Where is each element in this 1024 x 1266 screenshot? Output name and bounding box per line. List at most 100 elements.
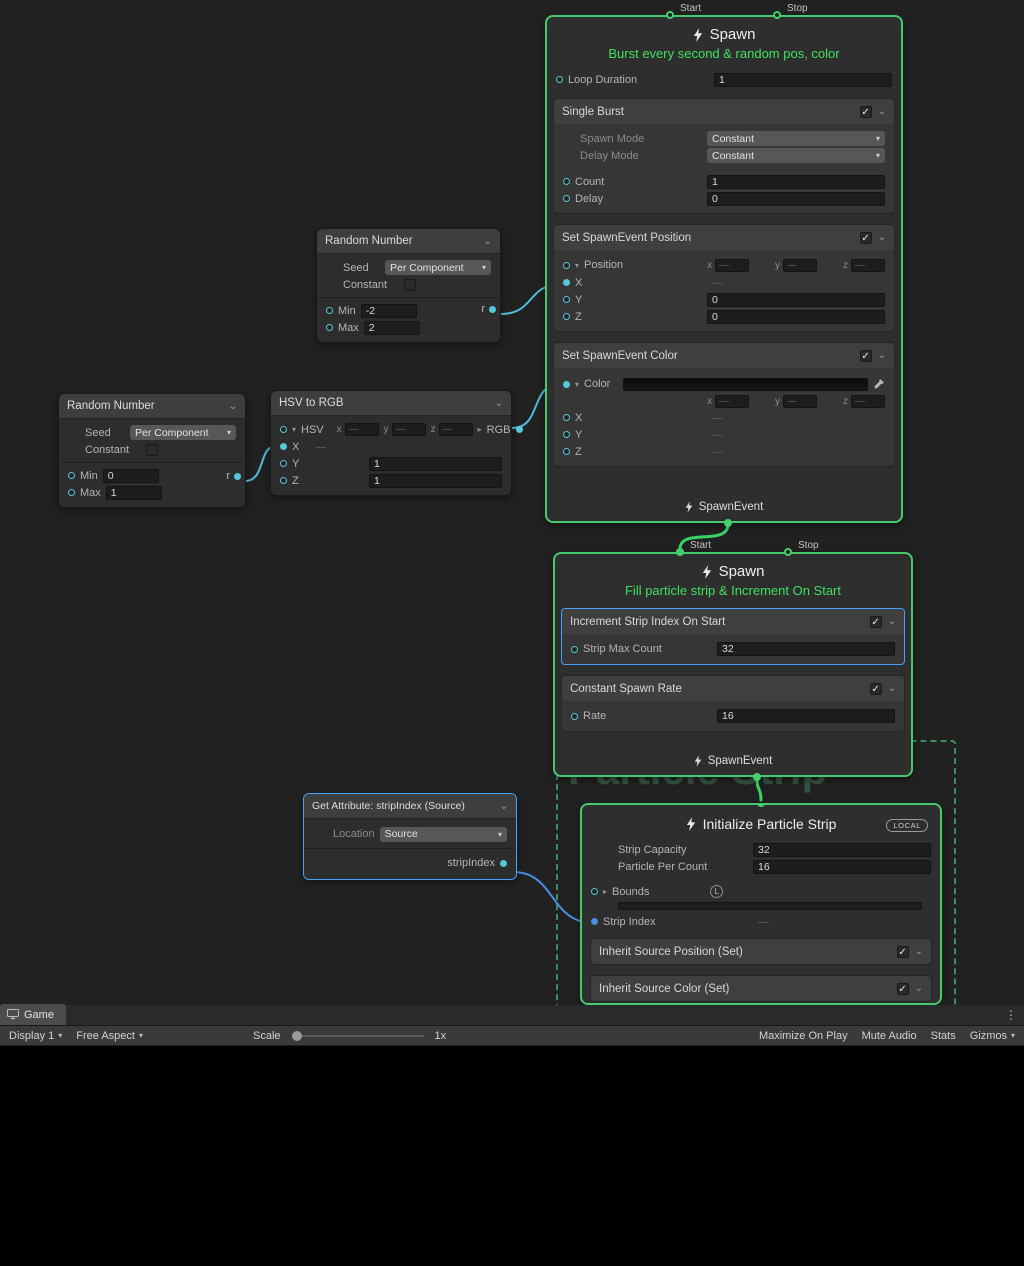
expand-triangle-icon[interactable]: ▾ — [292, 425, 296, 434]
node-header[interactable]: Random Number ⌄ — [317, 229, 500, 254]
strip-index-port[interactable] — [591, 918, 598, 925]
loop-duration-field[interactable]: 1 — [714, 73, 892, 87]
seed-dropdown[interactable]: Per Component ▾ — [130, 425, 236, 440]
bounds-value-bar[interactable] — [618, 902, 922, 910]
node-header[interactable]: HSV to RGB ⌄ — [271, 391, 511, 416]
inherit-source-color-block[interactable]: Inherit Source Color (Set) ✓ ⌄ — [590, 975, 932, 1002]
strip-capacity-field[interactable]: 32 — [753, 843, 931, 857]
strip-max-count-field[interactable]: 32 — [717, 642, 895, 656]
position-y-port[interactable] — [563, 296, 570, 303]
stop-flow-port[interactable] — [784, 548, 792, 556]
max-port[interactable] — [68, 489, 75, 496]
location-dropdown[interactable]: Source ▾ — [380, 827, 507, 842]
block-enabled-checkbox[interactable]: ✓ — [897, 983, 909, 995]
count-field[interactable]: 1 — [707, 175, 885, 189]
constant-checkbox[interactable] — [146, 444, 158, 456]
y-field[interactable]: 1 — [369, 457, 502, 471]
block-enabled-checkbox[interactable]: ✓ — [860, 106, 872, 118]
z-field[interactable]: 1 — [369, 474, 502, 488]
single-burst-block[interactable]: Single Burst ✓ ⌄ Spawn Mode Constant ▾ D… — [553, 98, 895, 214]
block-enabled-checkbox[interactable]: ✓ — [870, 616, 882, 628]
delay-port[interactable] — [563, 195, 570, 202]
stop-flow-port[interactable] — [773, 11, 781, 19]
max-port[interactable] — [326, 324, 333, 331]
strip-max-count-port[interactable] — [571, 646, 578, 653]
vfx-graph-canvas[interactable]: Particle Strip Random Number ⌄ Seed Per … — [0, 0, 1024, 1005]
spawnevent-output-port[interactable] — [753, 773, 761, 781]
expand-triangle-icon[interactable]: ▾ — [575, 261, 579, 270]
mute-audio-button[interactable]: Mute Audio — [855, 1030, 924, 1042]
color-x-port[interactable] — [563, 414, 570, 421]
random-number-node-1[interactable]: Random Number ⌄ Seed Per Component ▾ Con… — [316, 228, 501, 343]
eyedropper-icon[interactable] — [873, 378, 885, 390]
local-space-badge[interactable]: LOCAL — [886, 819, 928, 832]
particle-per-count-field[interactable]: 16 — [753, 860, 931, 874]
aspect-ratio-dropdown[interactable]: Free Aspect ▾ — [69, 1026, 150, 1045]
max-field[interactable]: 2 — [364, 321, 420, 335]
display-dropdown[interactable]: Display 1 ▾ — [2, 1026, 69, 1045]
color-y-port[interactable] — [563, 431, 570, 438]
block-chevron-icon[interactable]: ⌄ — [878, 106, 886, 117]
rate-port[interactable] — [571, 713, 578, 720]
node-header[interactable]: Random Number ⌄ — [59, 394, 245, 419]
min-field[interactable]: 0 — [103, 469, 159, 483]
tab-options-kebab-icon[interactable]: ⋮ — [1005, 1008, 1017, 1022]
collapse-chevron-icon[interactable]: ⌄ — [484, 236, 492, 247]
block-chevron-icon[interactable]: ⌄ — [915, 983, 923, 994]
position-z-field[interactable]: 0 — [707, 310, 885, 324]
tab-game[interactable]: Game — [0, 1004, 66, 1025]
bounds-space-icon[interactable]: L — [710, 885, 723, 898]
position-x-port[interactable] — [563, 279, 570, 286]
delay-mode-dropdown[interactable]: Constant ▾ — [707, 148, 885, 163]
scale-slider[interactable] — [292, 1035, 424, 1037]
color-z-port[interactable] — [563, 448, 570, 455]
r-output-port[interactable] — [234, 473, 241, 480]
collapse-chevron-icon[interactable]: ⌄ — [500, 801, 508, 812]
max-field[interactable]: 1 — [106, 486, 162, 500]
constant-spawn-rate-block[interactable]: Constant Spawn Rate ✓ ⌄ Rate 16 — [561, 675, 905, 732]
delay-field[interactable]: 0 — [707, 192, 885, 206]
position-port[interactable] — [563, 262, 570, 269]
expand-triangle-icon[interactable]: ▸ — [603, 887, 607, 896]
color-swatch-field[interactable] — [623, 378, 868, 391]
gizmos-dropdown[interactable]: Gizmos ▾ — [963, 1030, 1022, 1042]
block-enabled-checkbox[interactable]: ✓ — [870, 683, 882, 695]
block-chevron-icon[interactable]: ⌄ — [878, 232, 886, 243]
block-chevron-icon[interactable]: ⌄ — [888, 616, 896, 627]
loop-duration-port[interactable] — [556, 76, 563, 83]
initialize-particle-strip-context[interactable]: Initialize Particle Strip LOCAL Strip Ca… — [580, 803, 942, 1005]
game-render-view[interactable] — [0, 1046, 1024, 1266]
bounds-port[interactable] — [591, 888, 598, 895]
node-header[interactable]: Get Attribute: stripIndex (Source) ⌄ — [304, 794, 516, 819]
min-port[interactable] — [68, 472, 75, 479]
set-spawnevent-color-block[interactable]: Set SpawnEvent Color ✓ ⌄ ▾ Color x— — [553, 342, 895, 467]
collapse-chevron-icon[interactable]: ⌄ — [495, 398, 503, 409]
y-port[interactable] — [280, 460, 287, 467]
rgb-output-port[interactable] — [516, 426, 523, 433]
hsv-to-rgb-node[interactable]: HSV to RGB ⌄ ▾ HSV x— y— z— ▸ RGB — [270, 390, 512, 496]
collapse-chevron-icon[interactable]: ⌄ — [229, 401, 237, 412]
inherit-source-position-block[interactable]: Inherit Source Position (Set) ✓ ⌄ — [590, 938, 932, 965]
x-port[interactable] — [280, 443, 287, 450]
block-chevron-icon[interactable]: ⌄ — [915, 946, 923, 957]
block-chevron-icon[interactable]: ⌄ — [888, 683, 896, 694]
seed-dropdown[interactable]: Per Component ▾ — [385, 260, 491, 275]
position-z-port[interactable] — [563, 313, 570, 320]
stats-button[interactable]: Stats — [924, 1030, 963, 1042]
increment-strip-index-block[interactable]: Increment Strip Index On Start ✓ ⌄ Strip… — [561, 608, 905, 665]
color-port[interactable] — [563, 381, 570, 388]
min-port[interactable] — [326, 307, 333, 314]
z-port[interactable] — [280, 477, 287, 484]
set-spawnevent-position-block[interactable]: Set SpawnEvent Position ✓ ⌄ ▾ Position x… — [553, 224, 895, 332]
spawn-context-1[interactable]: Start Stop Spawn Burst every second & ra… — [545, 15, 903, 523]
start-flow-port[interactable] — [676, 548, 684, 556]
start-flow-port[interactable] — [666, 11, 674, 19]
stripindex-output-port[interactable] — [500, 860, 507, 867]
position-y-field[interactable]: 0 — [707, 293, 885, 307]
count-port[interactable] — [563, 178, 570, 185]
hsv-input-port[interactable] — [280, 426, 287, 433]
block-enabled-checkbox[interactable]: ✓ — [897, 946, 909, 958]
block-enabled-checkbox[interactable]: ✓ — [860, 350, 872, 362]
spawn-context-2[interactable]: Start Stop Spawn Fill particle strip & I… — [553, 552, 913, 777]
random-number-node-2[interactable]: Random Number ⌄ Seed Per Component ▾ Con… — [58, 393, 246, 508]
